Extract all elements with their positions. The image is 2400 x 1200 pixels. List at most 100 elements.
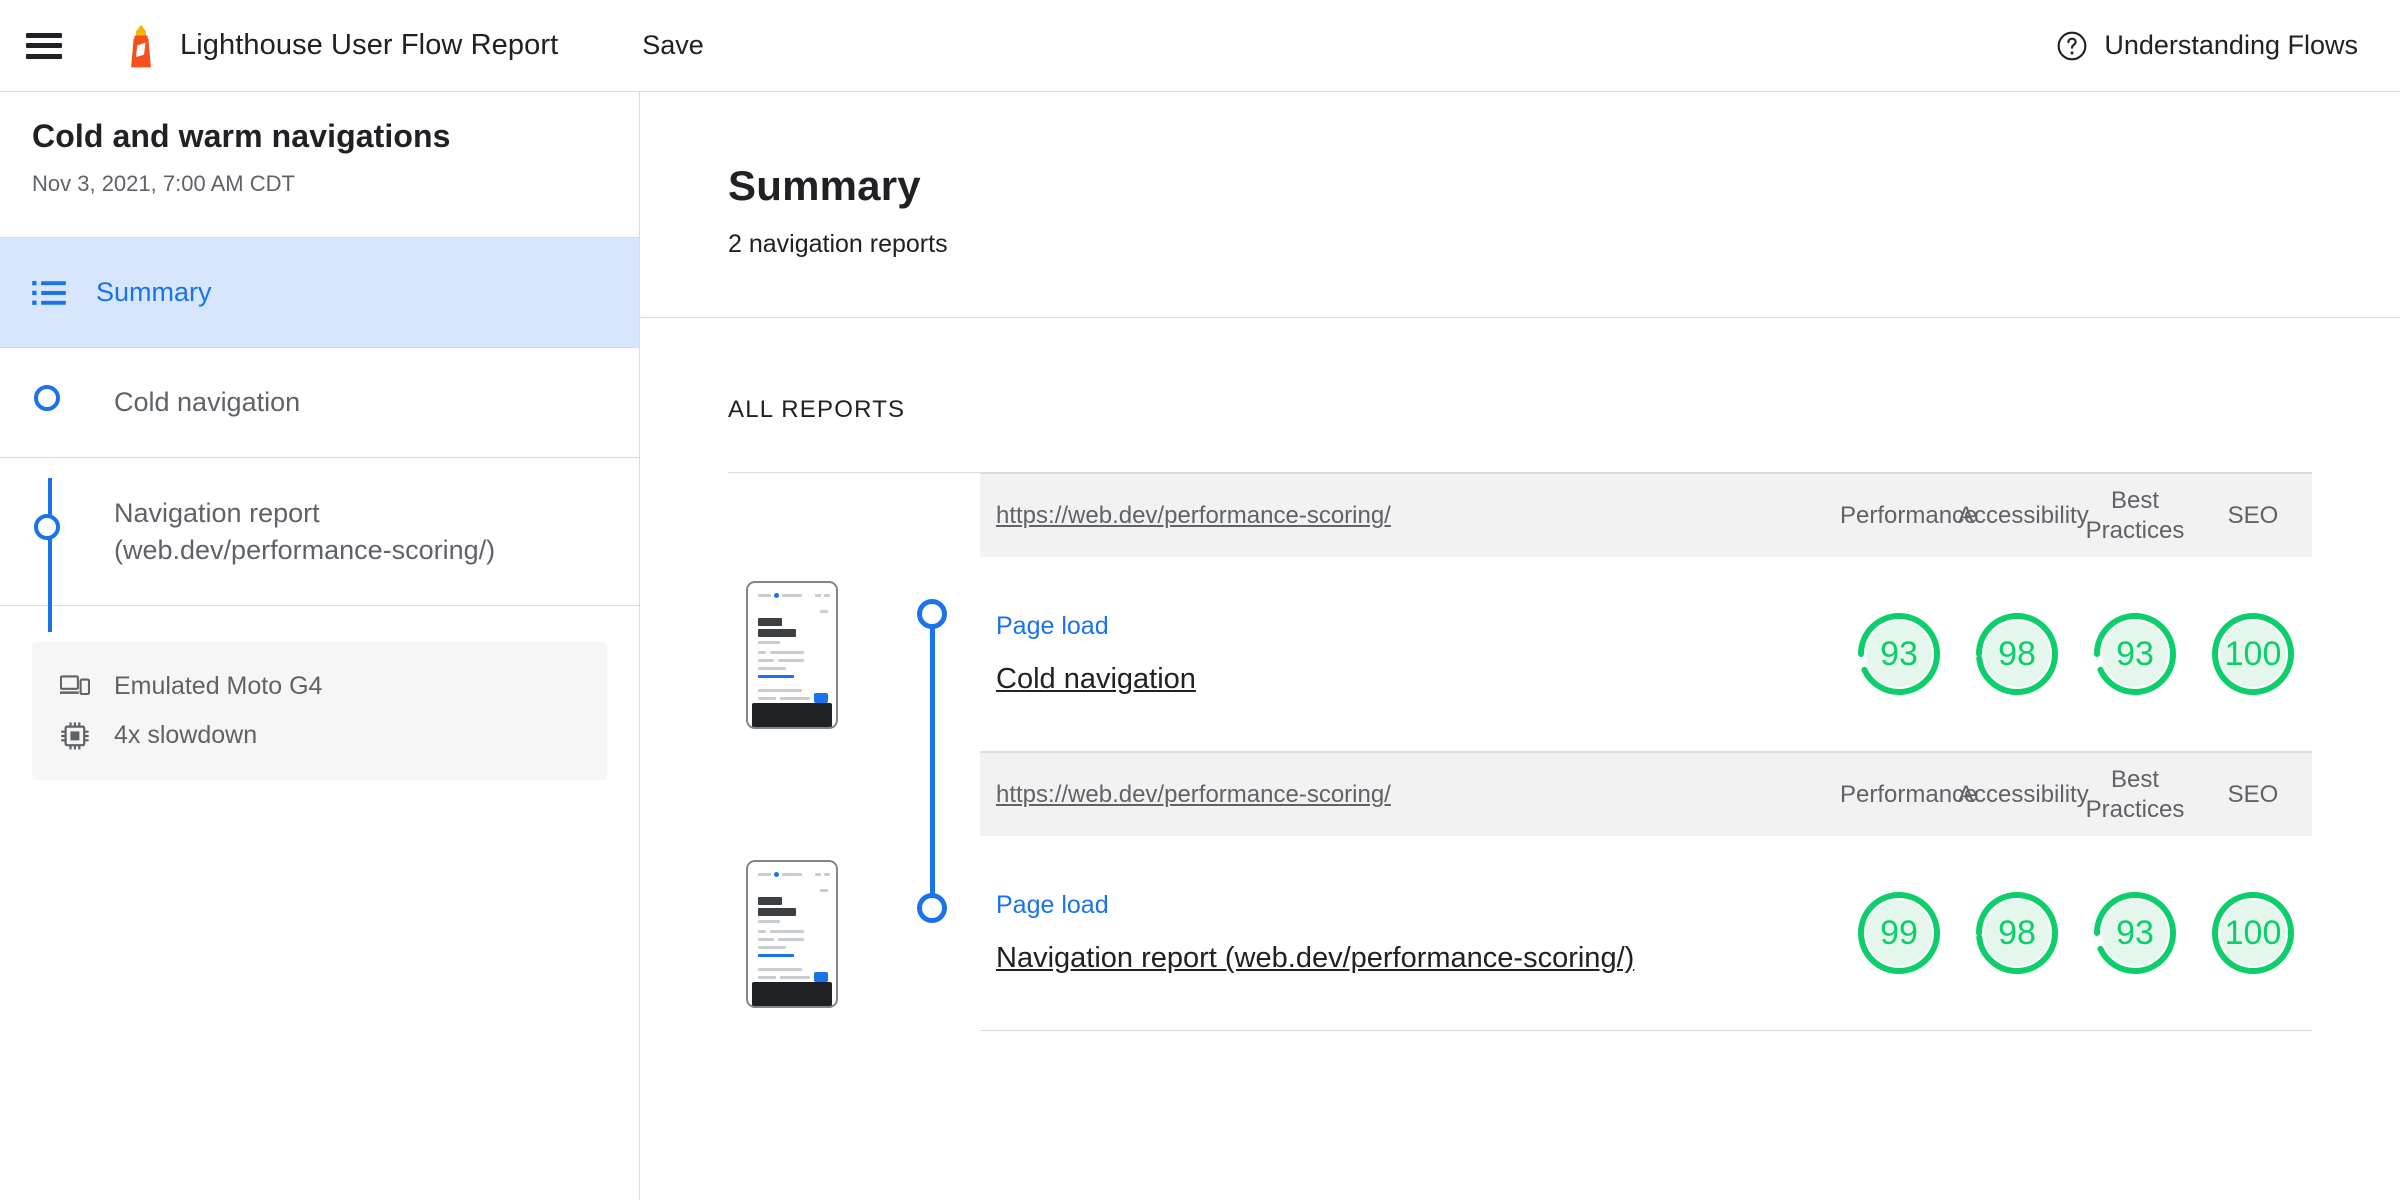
score-gauge-accessibility-2: 98 bbox=[1971, 887, 2063, 979]
step-dot-wrap bbox=[32, 385, 66, 411]
score-cell-seo[interactable]: 100 bbox=[2194, 608, 2312, 700]
cells-column: Page load Navigation report (web.dev/per… bbox=[980, 836, 2312, 1031]
thumbnail-column bbox=[728, 836, 888, 1031]
report-block: https://web.dev/performance-scoring/ Per… bbox=[728, 752, 2312, 836]
score-gauge-performance-2: 99 bbox=[1853, 887, 1945, 979]
score-value-performance-1: 93 bbox=[1880, 634, 1918, 673]
connector-column bbox=[888, 557, 980, 752]
reports-table: https://web.dev/performance-scoring/ Per… bbox=[728, 473, 2312, 1031]
device-throttling-row: 4x slowdown bbox=[60, 721, 579, 750]
list-icon bbox=[32, 280, 66, 305]
score-value-best-practices-1: 93 bbox=[2116, 634, 2154, 673]
reports-area: https://web.dev/performance-scoring/ Per… bbox=[640, 472, 2400, 1031]
save-button[interactable]: Save bbox=[632, 24, 714, 67]
connector-column bbox=[888, 752, 980, 836]
score-gauge-accessibility-1: 98 bbox=[1971, 608, 2063, 700]
score-gauge-performance-1: 93 bbox=[1853, 608, 1945, 700]
devices-icon bbox=[60, 674, 90, 695]
score-cell-best-practices[interactable]: 93 bbox=[2076, 887, 2194, 979]
report-block: https://web.dev/performance-scoring/ Per… bbox=[728, 473, 2312, 557]
understanding-flows-link[interactable]: Understanding Flows bbox=[2056, 30, 2358, 62]
help-circle-icon bbox=[2057, 31, 2087, 60]
report-thumbnail-1[interactable] bbox=[746, 580, 838, 729]
score-value-best-practices-2: 93 bbox=[2116, 913, 2154, 952]
sidebar-item-step-1-label: Cold navigation bbox=[114, 387, 301, 418]
thumbnail-column bbox=[728, 557, 888, 752]
main-content: Summary 2 navigation reports ALL REPORTS bbox=[640, 92, 2400, 1200]
page-subtitle: 2 navigation reports bbox=[728, 230, 948, 258]
column-header-seo: SEO bbox=[2227, 780, 2279, 808]
table-row: Page load Cold navigation 93 98 93 100 bbox=[980, 557, 2312, 752]
page-body: Cold and warm navigations Nov 3, 2021, 7… bbox=[0, 92, 2400, 1200]
sidebar-item-step-2-label: Navigation report (web.dev/performance-s… bbox=[114, 497, 496, 565]
step-circle-icon bbox=[34, 514, 60, 540]
gather-mode-label-2[interactable]: Page load bbox=[996, 891, 1840, 920]
device-throttling-text: 4x slowdown bbox=[114, 721, 258, 749]
report-url-link[interactable]: https://web.dev/performance-scoring/ bbox=[980, 781, 1840, 809]
connector-column bbox=[888, 473, 980, 557]
score-gauge-best-practices-2: 93 bbox=[2089, 887, 2181, 979]
summary-header: Summary 2 navigation reports bbox=[640, 92, 2400, 318]
cells-column: https://web.dev/performance-scoring/ Per… bbox=[980, 473, 2312, 557]
report-data-row: Page load Cold navigation 93 98 93 100 bbox=[728, 557, 2312, 752]
score-gauge-best-practices-1: 93 bbox=[2089, 608, 2181, 700]
score-value-performance-2: 99 bbox=[1880, 913, 1918, 952]
sidebar: Cold and warm navigations Nov 3, 2021, 7… bbox=[0, 92, 640, 1200]
step-circle-icon bbox=[34, 385, 60, 411]
column-header-performance: Performance bbox=[1840, 780, 1978, 808]
step-dot-wrap bbox=[32, 514, 66, 540]
score-value-seo-2: 100 bbox=[2224, 913, 2282, 952]
report-name-link-2[interactable]: Navigation report (web.dev/performance-s… bbox=[996, 942, 1840, 975]
app-title: Lighthouse User Flow Report bbox=[180, 29, 559, 61]
device-settings-box: Emulated Moto G4 4x slowdown bbox=[32, 642, 607, 780]
column-header-performance: Performance bbox=[1840, 501, 1978, 529]
page-title: Summary bbox=[728, 162, 921, 209]
flow-date: Nov 3, 2021, 7:00 AM CDT bbox=[32, 171, 295, 196]
score-cell-performance[interactable]: 93 bbox=[1840, 608, 1958, 700]
understanding-flows-label: Understanding Flows bbox=[2104, 30, 2358, 60]
column-header-seo: SEO bbox=[2227, 501, 2279, 529]
score-value-seo-1: 100 bbox=[2224, 634, 2282, 673]
cells-column: https://web.dev/performance-scoring/ Per… bbox=[980, 752, 2312, 836]
app-header: Lighthouse User Flow Report Save Underst… bbox=[0, 0, 2400, 92]
column-header-best-practices: Best Practices bbox=[2085, 765, 2185, 823]
gather-mode-label-1[interactable]: Page load bbox=[996, 612, 1840, 641]
device-emulation-row: Emulated Moto G4 bbox=[60, 672, 579, 701]
column-header-best-practices: Best Practices bbox=[2085, 486, 2185, 544]
report-labels: Page load Navigation report (web.dev/per… bbox=[980, 891, 1840, 975]
report-header-row: https://web.dev/performance-scoring/ Per… bbox=[980, 473, 2312, 557]
score-cell-performance[interactable]: 99 bbox=[1840, 887, 1958, 979]
thumbnail-column bbox=[728, 752, 888, 836]
all-reports-label: ALL REPORTS bbox=[728, 396, 906, 423]
cpu-chip-icon bbox=[61, 721, 89, 749]
column-header-accessibility: Accessibility bbox=[1958, 501, 2089, 529]
report-name-link-1[interactable]: Cold navigation bbox=[996, 663, 1840, 696]
sidebar-timeline-connector bbox=[48, 478, 52, 632]
score-gauge-seo-1: 100 bbox=[2207, 608, 2299, 700]
report-header-row: https://web.dev/performance-scoring/ Per… bbox=[980, 752, 2312, 836]
flow-header: Cold and warm navigations Nov 3, 2021, 7… bbox=[0, 92, 639, 238]
column-header-accessibility: Accessibility bbox=[1958, 780, 2089, 808]
report-url-link[interactable]: https://web.dev/performance-scoring/ bbox=[980, 502, 1840, 530]
sidebar-item-summary-label: Summary bbox=[96, 277, 212, 308]
report-labels: Page load Cold navigation bbox=[980, 612, 1840, 696]
score-value-accessibility-1: 98 bbox=[1998, 634, 2036, 673]
score-cell-seo[interactable]: 100 bbox=[2194, 887, 2312, 979]
brand[interactable]: Lighthouse User Flow Report bbox=[124, 24, 558, 68]
sidebar-item-step-1[interactable]: Cold navigation bbox=[0, 348, 639, 458]
cells-column: Page load Cold navigation 93 98 93 100 bbox=[980, 557, 2312, 752]
score-cell-accessibility[interactable]: 98 bbox=[1958, 887, 2076, 979]
report-thumbnail-2[interactable] bbox=[746, 859, 838, 1008]
score-cell-best-practices[interactable]: 93 bbox=[2076, 608, 2194, 700]
hamburger-menu-icon[interactable] bbox=[26, 32, 62, 59]
device-emulation-text: Emulated Moto G4 bbox=[114, 672, 323, 700]
flow-title: Cold and warm navigations bbox=[32, 118, 451, 154]
lighthouse-icon bbox=[131, 24, 151, 67]
thumbnail-column bbox=[728, 473, 888, 557]
table-row: Page load Navigation report (web.dev/per… bbox=[980, 836, 2312, 1031]
sidebar-item-step-2[interactable]: Navigation report (web.dev/performance-s… bbox=[0, 458, 639, 606]
score-cell-accessibility[interactable]: 98 bbox=[1958, 608, 2076, 700]
score-gauge-seo-2: 100 bbox=[2207, 887, 2299, 979]
score-value-accessibility-2: 98 bbox=[1998, 913, 2036, 952]
sidebar-item-summary[interactable]: Summary bbox=[0, 238, 639, 348]
